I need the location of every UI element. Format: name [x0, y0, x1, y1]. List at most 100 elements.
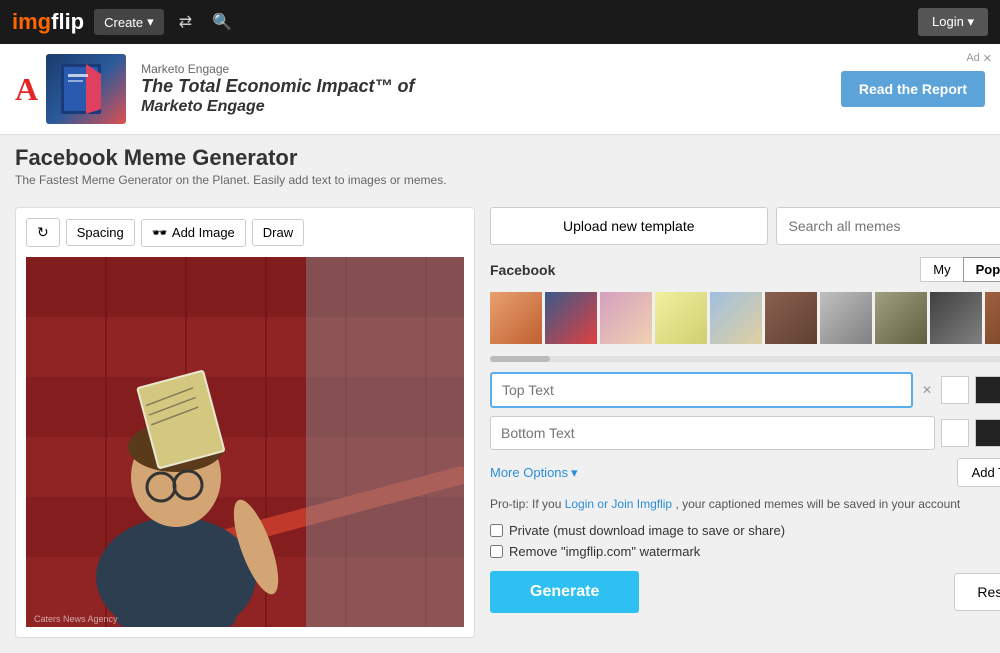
top-text-row: ✕ ⚙ [490, 372, 1000, 408]
private-label: Private (must download image to save or … [509, 523, 785, 538]
protip-suffix: , your captioned memes will be saved in … [675, 497, 960, 511]
top-actions-row: Upload new template [490, 207, 1000, 245]
refresh-button[interactable]: ↻ [26, 218, 60, 247]
login-label: Login [932, 14, 964, 29]
reset-label: Reset [977, 584, 1000, 600]
scrollbar-thumb[interactable] [490, 356, 550, 362]
ad-close-icon[interactable]: ✕ [983, 52, 992, 65]
bottom-text-row: ⚙ [490, 416, 1000, 450]
my-label: My [933, 262, 950, 277]
ad-cta-button[interactable]: Read the Report [841, 71, 985, 107]
bottom-actions-row: Generate Reset [490, 571, 1000, 613]
meme-thumbnails [490, 292, 1000, 344]
search-icon: 🔍 [212, 14, 232, 31]
private-label-text: Private [509, 523, 549, 538]
marketo-book-image [46, 54, 126, 124]
create-chevron-icon: ▾ [147, 14, 154, 30]
add-text-button[interactable]: Add Text [957, 458, 1000, 487]
meme-canvas: Caters News Agency [26, 257, 464, 627]
options-row: More Options ▾ Add Text [490, 458, 1000, 487]
fb-header: Facebook My Popular [490, 257, 1000, 282]
thumbnail-1[interactable] [490, 292, 542, 344]
top-text-delete-icon[interactable]: ✕ [919, 382, 935, 398]
main-content: ↻ Spacing 🕶️ Add Image Draw [0, 192, 1000, 653]
spacing-button[interactable]: Spacing [66, 219, 135, 246]
add-image-button[interactable]: 🕶️ Add Image [141, 219, 246, 247]
right-panel: Upload new template Facebook My Popular [475, 207, 1000, 638]
thumbnail-5[interactable] [710, 292, 762, 344]
thumbnail-6[interactable] [765, 292, 817, 344]
fb-title: Facebook [490, 262, 920, 278]
refresh-icon: ↻ [37, 224, 49, 241]
create-button[interactable]: Create ▾ [94, 9, 164, 35]
search-memes-input[interactable] [776, 207, 1000, 245]
header-right: Login ▾ [918, 8, 988, 36]
thumbnail-2[interactable] [545, 292, 597, 344]
popular-label: Popular [976, 262, 1000, 277]
protip-text: Pro-tip: If you Login or Join Imgflip , … [490, 497, 1000, 511]
search-button[interactable]: 🔍 [207, 7, 237, 37]
bottom-text-color-white[interactable] [941, 419, 969, 447]
sunglasses-icon: 🕶️ [152, 225, 168, 241]
login-button[interactable]: Login ▾ [918, 8, 988, 36]
more-options-toggle[interactable]: More Options ▾ [490, 465, 578, 481]
ad-close-area: Ad ✕ [966, 52, 992, 65]
logo-img-part: img [12, 9, 51, 35]
thumbnail-10[interactable] [985, 292, 1000, 344]
page-subtitle: The Fastest Meme Generator on the Planet… [15, 173, 985, 187]
more-options-chevron-icon: ▾ [571, 465, 578, 481]
my-button[interactable]: My [920, 257, 962, 282]
private-checkbox-row: Private (must download image to save or … [490, 523, 1000, 538]
more-options-label: More Options [490, 465, 568, 480]
thumbnail-3[interactable] [600, 292, 652, 344]
ad-label: Ad [966, 52, 979, 65]
create-label: Create [104, 15, 143, 30]
page-title: Facebook Meme Generator [15, 145, 985, 171]
adobe-logo: A [15, 71, 38, 108]
toolbar: ↻ Spacing 🕶️ Add Image Draw [26, 218, 464, 247]
thumbnail-8[interactable] [875, 292, 927, 344]
add-image-label: Add Image [172, 225, 235, 240]
thumbnail-7[interactable] [820, 292, 872, 344]
upload-template-button[interactable]: Upload new template [490, 207, 768, 245]
reset-button[interactable]: Reset [954, 573, 1000, 611]
protip-prefix: Pro-tip: If you [490, 497, 565, 511]
page-title-section: Facebook Meme Generator The Fastest Meme… [0, 135, 1000, 192]
shuffle-icon: ⇄ [179, 14, 192, 31]
thumbnails-scrollbar[interactable] [490, 356, 1000, 362]
draw-label: Draw [263, 225, 293, 240]
top-text-color-white[interactable] [941, 376, 969, 404]
left-panel: ↻ Spacing 🕶️ Add Image Draw [15, 207, 475, 638]
draw-button[interactable]: Draw [252, 219, 304, 246]
spacing-label: Spacing [77, 225, 124, 240]
logo: img flip [12, 9, 84, 35]
ad-text-area: Marketo Engage The Total Economic Impact… [141, 62, 826, 116]
bottom-text-input[interactable] [490, 416, 935, 450]
popular-button[interactable]: Popular [963, 257, 1000, 282]
watermark-checkbox[interactable] [490, 545, 503, 558]
top-text-input[interactable] [490, 372, 913, 408]
top-text-color-black[interactable] [975, 376, 1000, 404]
ad-headline: The Total Economic Impact™ of [141, 76, 826, 98]
thumbnail-4[interactable] [655, 292, 707, 344]
watermark-label: Remove "imgflip.com" watermark [509, 544, 700, 559]
svg-text:Caters News Agency: Caters News Agency [34, 614, 118, 624]
thumbnail-9[interactable] [930, 292, 982, 344]
logo-text-part: flip [51, 9, 84, 35]
generate-label: Generate [530, 583, 599, 600]
watermark-checkbox-row: Remove "imgflip.com" watermark [490, 544, 1000, 559]
private-note: (must download image to save or share) [553, 523, 785, 538]
ad-banner: A Marketo Engage The Total Economic Impa… [0, 44, 1000, 135]
upload-template-label: Upload new template [563, 218, 695, 234]
bottom-text-color-black[interactable] [975, 419, 1000, 447]
login-link[interactable]: Login or Join Imgflip [565, 497, 672, 511]
ad-brand-label: Marketo Engage [141, 62, 826, 76]
header: img flip Create ▾ ⇄ 🔍 Login ▾ [0, 0, 1000, 44]
ad-logo-area: A [15, 54, 126, 124]
login-chevron-icon: ▾ [967, 14, 974, 29]
ad-subheadline: Marketo Engage [141, 98, 826, 116]
private-checkbox[interactable] [490, 524, 503, 537]
add-text-label: Add Text [972, 465, 1000, 480]
generate-button[interactable]: Generate [490, 571, 639, 613]
shuffle-button[interactable]: ⇄ [174, 7, 197, 37]
